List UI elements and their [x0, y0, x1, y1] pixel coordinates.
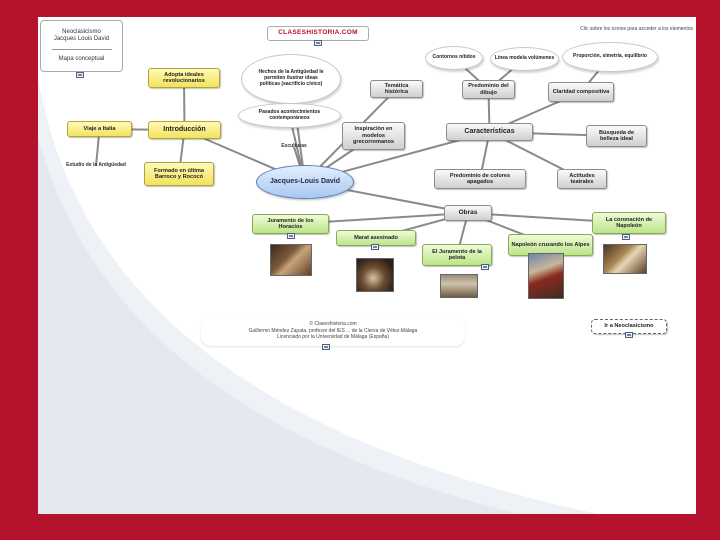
node-tematica[interactable]: Temática histórica	[370, 80, 423, 98]
node-contornos: Contornos nítidos	[425, 46, 483, 70]
painting-link-icon[interactable]	[481, 264, 489, 270]
node-colores[interactable]: Predominio de colores apagados	[434, 169, 526, 189]
title-line-2: Jacques Louis David	[53, 36, 110, 42]
node-caracteristicas[interactable]: Características	[446, 123, 533, 141]
node-predominio-dibujo[interactable]: Predominio del dibujo	[462, 80, 515, 99]
painting-link-icon[interactable]	[371, 244, 379, 250]
instructions-text: Clic sobre los iconos para acceder a los…	[580, 26, 693, 32]
site-logo[interactable]: CLASESHISTORIA.COM	[267, 26, 369, 41]
credits-link-icon[interactable]	[322, 344, 330, 350]
node-linea: Línea modela volúmenes	[490, 47, 559, 71]
node-inspiracion[interactable]: Inspiración en modelos grecorromanos	[342, 122, 405, 150]
node-viaje-italia[interactable]: Viaje a Italia	[67, 121, 132, 137]
thumb-pelota[interactable]	[440, 274, 478, 298]
node-actitudes[interactable]: Actitudes teatrales	[557, 169, 607, 189]
thumb-napoleon[interactable]	[528, 253, 564, 299]
node-pasados: Pasados acontecimientos contemporáneos	[238, 103, 341, 128]
node-juramento-horacios[interactable]: Juramento de los Horacios	[252, 214, 329, 234]
node-central-david[interactable]: Jacques-Louis David	[256, 165, 354, 199]
node-pelota[interactable]: El Juramento de la pelota	[422, 244, 492, 266]
node-belleza[interactable]: Búsqueda de belleza ideal	[586, 125, 647, 147]
document-icon[interactable]	[76, 72, 84, 78]
title-box: Neoclasicismo Jacques Louis David Mapa c…	[40, 20, 123, 72]
map-subtitle: Mapa conceptual	[58, 56, 105, 62]
thumb-juramento-horacios[interactable]	[270, 244, 312, 276]
painting-link-icon[interactable]	[287, 233, 295, 239]
node-estudio-antiguedad: Estudio de la Antigüedad	[66, 162, 126, 169]
node-esculturas: Esculturas	[281, 143, 307, 150]
title-line-1: Neoclasicismo	[62, 29, 101, 35]
slide-canvas: Neoclasicismo Jacques Louis David Mapa c…	[38, 17, 696, 514]
painting-link-icon[interactable]	[622, 234, 630, 240]
node-obras[interactable]: Obras	[444, 205, 492, 221]
neoclasicismo-link-icon[interactable]	[625, 332, 633, 338]
node-hechos: Hechos de la Antigüedad le permiten ilus…	[241, 54, 341, 104]
title-divider	[51, 49, 112, 50]
link-icon[interactable]	[314, 40, 322, 46]
node-introduccion[interactable]: Introducción	[148, 121, 221, 139]
credits-box: © Claseshistoria.com Guillermo Méndez Za…	[201, 318, 465, 346]
node-proporcion: Proporción, simetría, equilibrio	[562, 42, 658, 72]
node-adopta[interactable]: Adopta ideales revolucionarios	[148, 68, 220, 88]
credits-line-3: Licenciado por la Universidad de Málaga …	[276, 334, 389, 340]
thumb-marat[interactable]	[356, 258, 394, 292]
node-formado[interactable]: Formado en última Barroco y Rococó	[144, 162, 214, 186]
node-claridad[interactable]: Claridad compositiva	[548, 82, 614, 102]
thumb-coronacion[interactable]	[603, 244, 647, 274]
node-coronacion[interactable]: La coronación de Napoleón	[592, 212, 666, 234]
